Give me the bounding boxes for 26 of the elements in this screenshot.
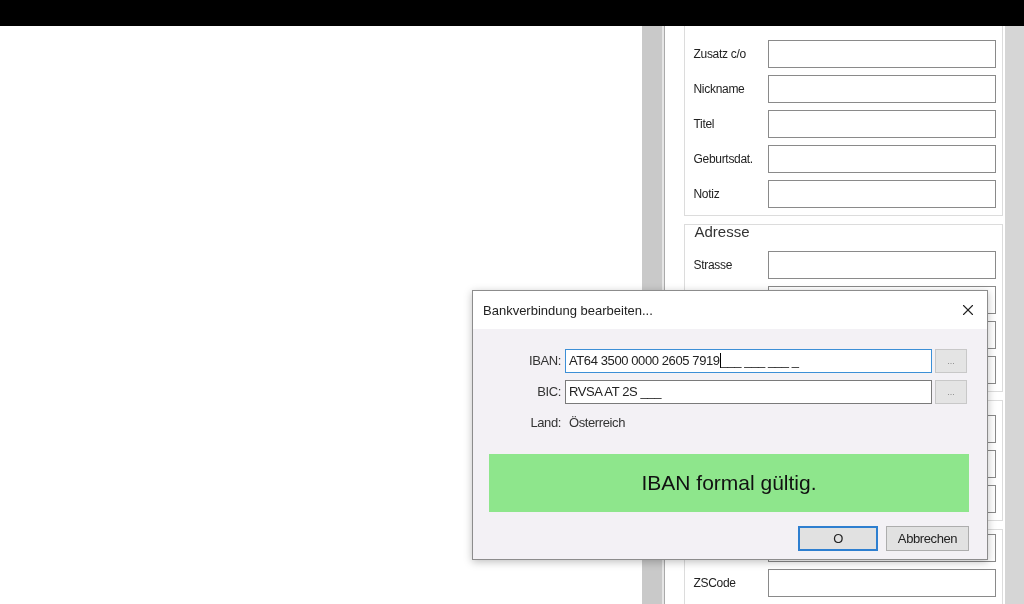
text-field[interactable] [767, 74, 996, 103]
field-label: BIC: [536, 384, 562, 399]
dialog-title: Bankverbindung bearbeiten... [483, 302, 653, 318]
group-title: Adresse [694, 223, 751, 241]
status-message: IBAN formal gültig. [489, 454, 969, 512]
input-field[interactable]: RVSA AT 2S ___ [565, 379, 932, 404]
input-field[interactable]: AT64 3500 0000 2605 7919___ ___ ___ _ [565, 348, 932, 373]
text-field[interactable] [767, 39, 996, 68]
text-field[interactable] [767, 568, 996, 597]
field-label: Geburtsdat. [693, 151, 754, 166]
field-label: Land: [529, 415, 562, 430]
field-label: Nickname [693, 81, 746, 96]
field-label: Zusatz c/o [693, 46, 747, 61]
country-value: Österreich [568, 415, 625, 430]
text-field[interactable] [767, 179, 996, 208]
scrollbar[interactable] [1004, 26, 1024, 604]
field-label: IBAN: [528, 353, 562, 368]
ok-button[interactable]: O [798, 526, 878, 551]
text-field[interactable] [767, 144, 996, 173]
text-field[interactable] [767, 109, 996, 138]
field-label: Strasse [693, 257, 734, 272]
cancel-button[interactable]: Abbrechen [886, 526, 969, 551]
field-label: Notiz [693, 186, 721, 201]
text-field[interactable] [767, 250, 996, 279]
field-label: ZSCode [693, 575, 737, 590]
field-label: Titel [693, 116, 716, 131]
